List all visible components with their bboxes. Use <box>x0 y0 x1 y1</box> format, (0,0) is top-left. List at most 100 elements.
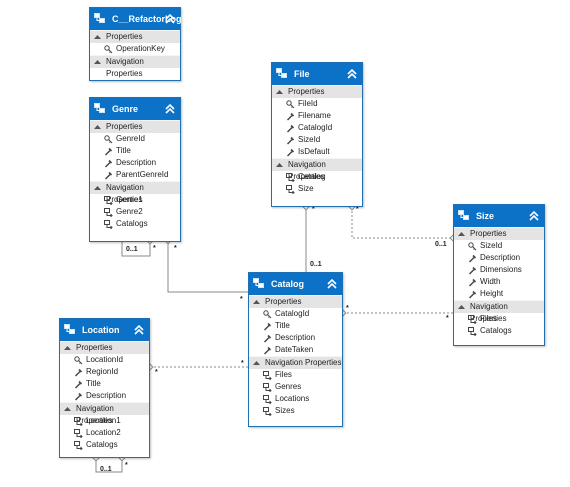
section-collapse-icon[interactable] <box>276 90 283 94</box>
entity-icon <box>276 68 287 78</box>
section-collapse-icon[interactable] <box>94 60 101 64</box>
properties-section-header[interactable]: Properties <box>249 295 342 308</box>
file-size-association[interactable] <box>351 207 453 239</box>
property-item[interactable]: ParentGenreId <box>90 169 180 181</box>
navigation-item[interactable]: Files <box>454 313 544 325</box>
section-label: Properties <box>265 297 302 306</box>
entity-header[interactable]: Catalog <box>249 273 342 295</box>
entity-catalog[interactable]: Catalog Properties CatalogId Title Descripti… <box>248 272 343 427</box>
navigation-section-header[interactable]: Navigation Properties <box>90 181 180 204</box>
entity-header[interactable]: Genre <box>90 98 180 120</box>
collapse-icon[interactable] <box>528 210 540 222</box>
property-item[interactable]: Width <box>454 276 544 288</box>
property-item[interactable]: LocationId <box>60 354 149 366</box>
property-name: CatalogId <box>275 309 310 318</box>
property-item[interactable]: SizeId <box>454 240 544 252</box>
property-item[interactable]: DateTaken <box>249 344 342 356</box>
navigation-item[interactable]: Sizes <box>249 405 342 417</box>
property-item[interactable]: Dimensions <box>454 264 544 276</box>
collapse-icon[interactable] <box>326 278 338 290</box>
property-item[interactable]: Description <box>249 332 342 344</box>
properties-section-header[interactable]: Properties <box>90 30 180 43</box>
property-item[interactable]: IsDefault <box>272 146 362 158</box>
section-collapse-icon[interactable] <box>94 125 101 129</box>
multiplicity-label: * <box>153 245 156 252</box>
multiplicity-label: 0..1 <box>435 241 447 248</box>
navigation-item[interactable]: Files <box>249 369 342 381</box>
section-collapse-icon[interactable] <box>253 300 260 304</box>
property-item[interactable]: CatalogId <box>249 308 342 320</box>
property-item[interactable]: Title <box>90 145 180 157</box>
property-item[interactable]: Title <box>60 378 149 390</box>
navigation-section-header[interactable]: Navigation Properties <box>272 158 362 181</box>
entity-header[interactable]: File <box>272 63 362 85</box>
property-name: OperationKey <box>116 44 165 53</box>
property-item[interactable]: FileId <box>272 98 362 110</box>
navigation-item[interactable]: Catalog <box>272 171 362 183</box>
property-item[interactable]: RegionId <box>60 366 149 378</box>
navigation-item[interactable]: Genre2 <box>90 206 180 218</box>
section-collapse-icon[interactable] <box>458 232 465 236</box>
property-item[interactable]: SizeId <box>272 134 362 146</box>
navigation-item[interactable]: Catalogs <box>90 218 180 230</box>
multiplicity-label: * <box>240 296 243 303</box>
navigation-item[interactable]: Catalogs <box>454 325 544 337</box>
navigation-item[interactable]: Catalogs <box>60 439 149 451</box>
navigation-item[interactable]: Location1 <box>60 415 149 427</box>
properties-section-header[interactable]: Properties <box>60 341 149 354</box>
property-item[interactable]: Description <box>60 390 149 402</box>
navigation-name: Size <box>298 184 314 193</box>
navigation-name: Catalogs <box>116 219 148 228</box>
property-name: Dimensions <box>480 265 522 274</box>
navigation-item[interactable]: Location2 <box>60 427 149 439</box>
entity-location[interactable]: Location Properties LocationId RegionId Titl… <box>59 318 150 458</box>
section-collapse-icon[interactable] <box>253 361 260 365</box>
entity-header[interactable]: C__RefactorLog <box>90 8 182 30</box>
entity-header[interactable]: Location <box>60 319 149 341</box>
section-label: Navigation Properties <box>106 57 144 78</box>
section-label: Properties <box>106 32 143 41</box>
entity-size[interactable]: Size Properties SizeId Description Dimension… <box>453 204 545 346</box>
properties-section-header[interactable]: Properties <box>90 120 180 133</box>
collapse-icon[interactable] <box>133 324 145 336</box>
navigation-item[interactable]: Genres <box>249 381 342 393</box>
entity-refactorlog[interactable]: C__RefactorLog Properties OperationKey Navi… <box>89 7 182 81</box>
properties-section-header[interactable]: Properties <box>272 85 362 98</box>
property-item[interactable]: Title <box>249 320 342 332</box>
section-collapse-icon[interactable] <box>64 346 71 350</box>
section-collapse-icon[interactable] <box>458 305 465 309</box>
section-collapse-icon[interactable] <box>94 186 101 190</box>
property-name: CatalogId <box>298 123 333 132</box>
property-item[interactable]: Description <box>90 157 180 169</box>
section-collapse-icon[interactable] <box>64 407 71 411</box>
entity-header[interactable]: Size <box>454 205 544 227</box>
section-collapse-icon[interactable] <box>94 35 101 39</box>
property-name: Title <box>116 146 131 155</box>
collapse-icon[interactable] <box>164 13 176 25</box>
navigation-item[interactable]: Size <box>272 183 362 195</box>
entity-genre[interactable]: Genre Properties GenreId Title Description Pa… <box>89 97 181 242</box>
navigation-item[interactable]: Genre1 <box>90 194 180 206</box>
property-item[interactable]: OperationKey <box>90 43 180 55</box>
collapse-icon[interactable] <box>346 68 358 80</box>
property-item[interactable]: GenreId <box>90 133 180 145</box>
section-collapse-icon[interactable] <box>276 163 283 167</box>
navigation-property-icon <box>263 371 272 380</box>
property-item[interactable]: Filename <box>272 110 362 122</box>
multiplicity-label: * <box>155 369 158 376</box>
genre-catalog-association[interactable] <box>167 242 248 293</box>
properties-section-header[interactable]: Properties <box>454 227 544 240</box>
property-item[interactable]: Height <box>454 288 544 300</box>
property-name: Description <box>480 253 521 262</box>
navigation-section-header[interactable]: Navigation Properties <box>454 300 544 323</box>
entity-file[interactable]: File Properties FileId Filename CatalogId Siz… <box>271 62 363 207</box>
collapse-icon[interactable] <box>164 103 176 115</box>
navigation-section-header[interactable]: Navigation Properties <box>249 356 342 369</box>
property-item[interactable]: CatalogId <box>272 122 362 134</box>
navigation-section-header[interactable]: Navigation Properties <box>60 402 149 425</box>
navigation-property-icon <box>263 395 272 404</box>
multiplicity-label: 0..1 <box>126 246 138 253</box>
property-item[interactable]: Description <box>454 252 544 264</box>
navigation-section-header[interactable]: Navigation Properties <box>90 55 180 78</box>
navigation-item[interactable]: Locations <box>249 393 342 405</box>
